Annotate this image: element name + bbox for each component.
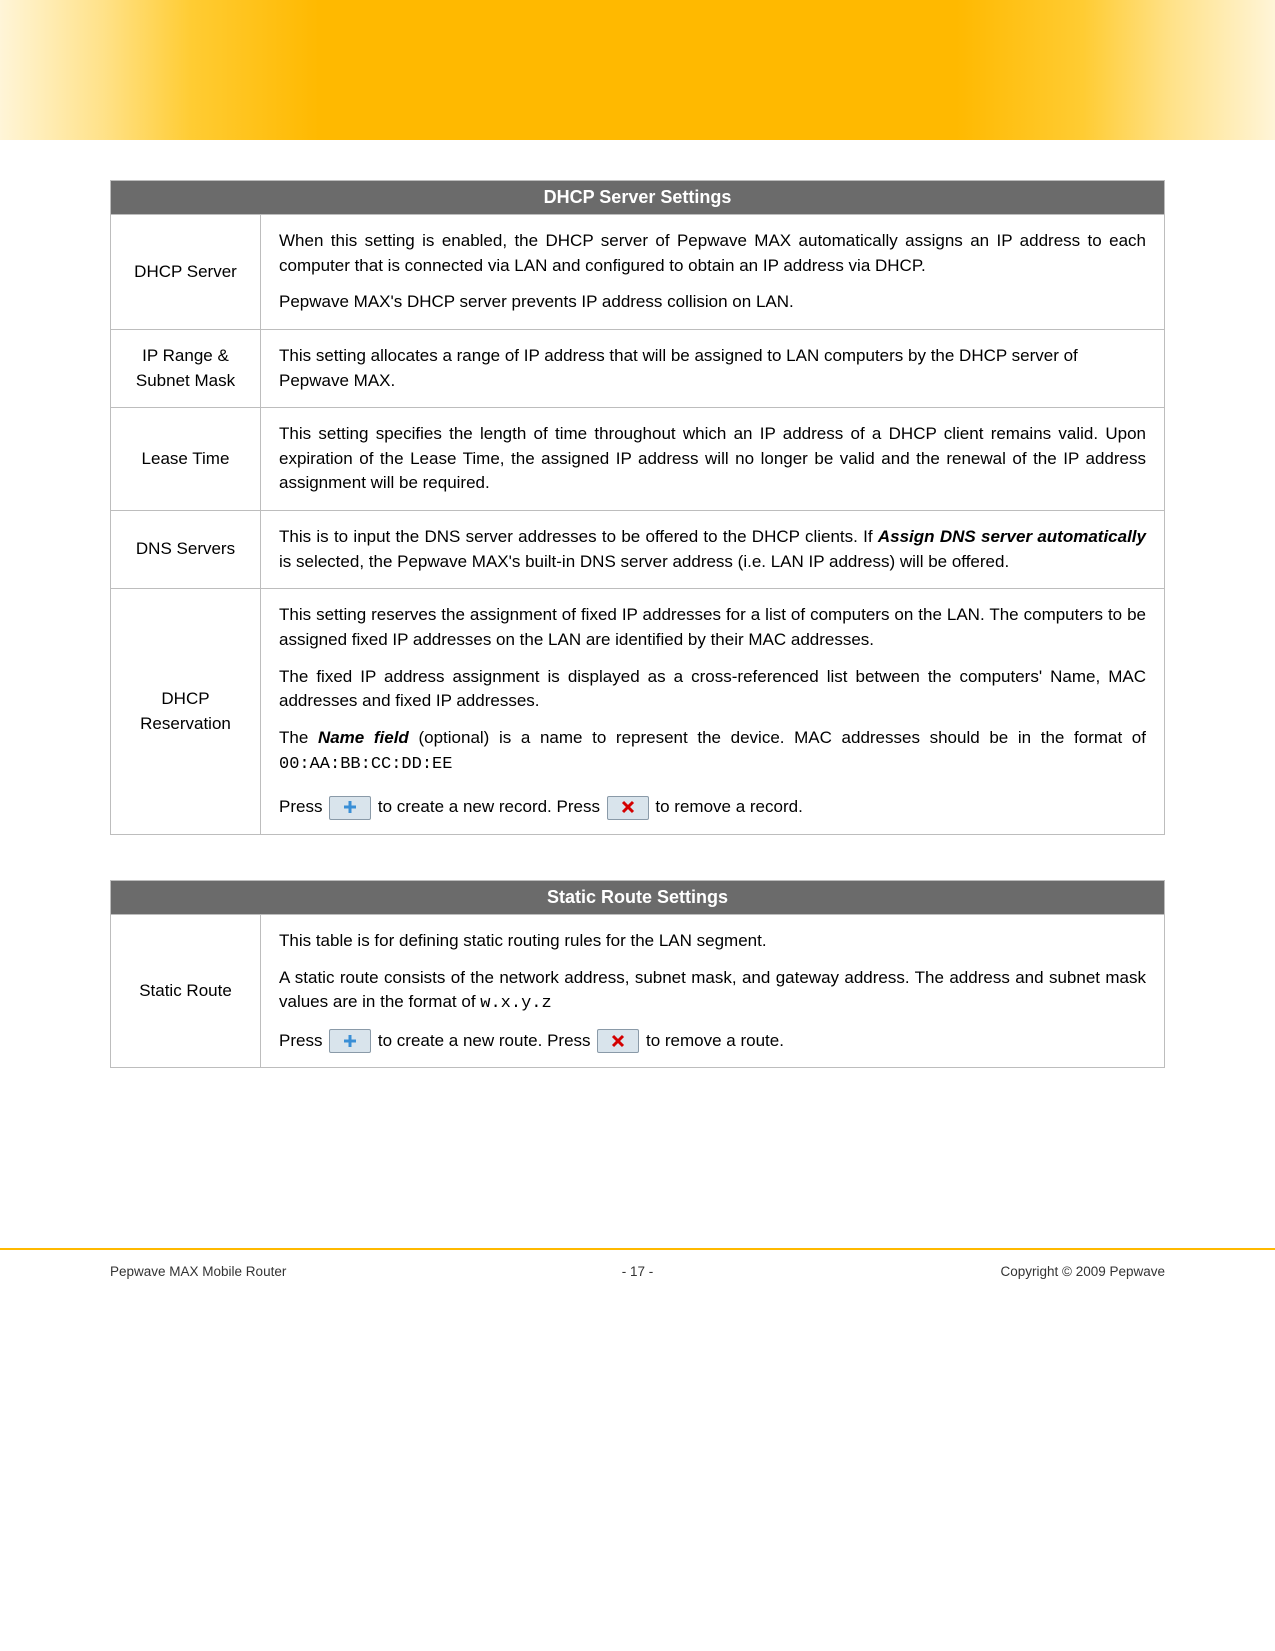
paragraph: The fixed IP address assignment is displ… <box>279 665 1146 714</box>
paragraph: Press to create a new record. Press to r… <box>279 795 1146 820</box>
footer-left: Pepwave MAX Mobile Router <box>110 1264 462 1279</box>
table-row: Lease Time This setting specifies the le… <box>111 408 1165 511</box>
emphasis-assign-dns: Assign DNS server automatically <box>878 527 1146 546</box>
page-content: DHCP Server Settings DHCP Server When th… <box>0 140 1275 1068</box>
remove-route-button[interactable] <box>597 1029 639 1053</box>
static-table-title: Static Route Settings <box>111 880 1165 914</box>
text-span: is selected, the Pepwave MAX's built-in … <box>279 552 1009 571</box>
table-row: Static Route This table is for defining … <box>111 914 1165 1068</box>
mono-ip-format: w.x.y.z <box>480 994 551 1013</box>
row-label-dhcp-server: DHCP Server <box>111 215 261 330</box>
emphasis-name-field: Name field <box>318 728 409 747</box>
table-row: DNS Servers This is to input the DNS ser… <box>111 511 1165 589</box>
footer-copyright: Copyright © 2009 Pepwave <box>813 1264 1165 1279</box>
add-route-button[interactable] <box>329 1029 371 1053</box>
paragraph: This setting allocates a range of IP add… <box>279 344 1146 393</box>
text-span: to remove a record. <box>651 797 803 816</box>
row-desc-dhcp-reservation: This setting reserves the assignment of … <box>261 589 1165 834</box>
table-row: IP Range & Subnet Mask This setting allo… <box>111 329 1165 407</box>
text-span: Press <box>279 797 327 816</box>
paragraph: Press to create a new route. Press to re… <box>279 1029 1146 1054</box>
text-span: The <box>279 728 318 747</box>
remove-record-button[interactable] <box>607 796 649 820</box>
row-label-lease-time: Lease Time <box>111 408 261 511</box>
plus-icon <box>343 800 357 814</box>
top-banner <box>0 0 1275 140</box>
text-span: to create a new route. Press <box>373 1031 595 1050</box>
text-span: Press <box>279 1031 327 1050</box>
text-span: to remove a route. <box>641 1031 784 1050</box>
x-icon <box>611 1034 625 1048</box>
paragraph: This setting specifies the length of tim… <box>279 422 1146 496</box>
page-footer: Pepwave MAX Mobile Router - 17 - Copyrig… <box>0 1250 1275 1339</box>
plus-icon <box>343 1034 357 1048</box>
add-record-button[interactable] <box>329 796 371 820</box>
table-row: DHCP Server When this setting is enabled… <box>111 215 1165 330</box>
row-label-static-route: Static Route <box>111 914 261 1068</box>
paragraph: A static route consists of the network a… <box>279 966 1146 1017</box>
row-desc-lease-time: This setting specifies the length of tim… <box>261 408 1165 511</box>
dhcp-settings-table: DHCP Server Settings DHCP Server When th… <box>110 180 1165 835</box>
table-row: DHCP Reservation This setting reserves t… <box>111 589 1165 834</box>
static-route-table: Static Route Settings Static Route This … <box>110 880 1165 1069</box>
row-desc-dns-servers: This is to input the DNS server addresse… <box>261 511 1165 589</box>
x-icon <box>621 800 635 814</box>
row-label-dhcp-reservation: DHCP Reservation <box>111 589 261 834</box>
paragraph: This is to input the DNS server addresse… <box>279 525 1146 574</box>
row-desc-ip-range: This setting allocates a range of IP add… <box>261 329 1165 407</box>
row-label-dns-servers: DNS Servers <box>111 511 261 589</box>
text-span: (optional) is a name to represent the de… <box>409 728 1146 747</box>
row-desc-static-route: This table is for defining static routin… <box>261 914 1165 1068</box>
paragraph: This table is for defining static routin… <box>279 929 1146 954</box>
paragraph: This setting reserves the assignment of … <box>279 603 1146 652</box>
text-span: A static route consists of the network a… <box>279 968 1146 1012</box>
paragraph: When this setting is enabled, the DHCP s… <box>279 229 1146 278</box>
mono-mac-format: 00:AA:BB:CC:DD:EE <box>279 755 452 774</box>
row-label-ip-range: IP Range & Subnet Mask <box>111 329 261 407</box>
paragraph: The Name field (optional) is a name to r… <box>279 726 1146 777</box>
text-span: This is to input the DNS server addresse… <box>279 527 878 546</box>
paragraph: Pepwave MAX's DHCP server prevents IP ad… <box>279 290 1146 315</box>
text-span: to create a new record. Press <box>373 797 605 816</box>
footer-page-number: - 17 - <box>462 1264 814 1279</box>
dhcp-table-title: DHCP Server Settings <box>111 181 1165 215</box>
row-desc-dhcp-server: When this setting is enabled, the DHCP s… <box>261 215 1165 330</box>
